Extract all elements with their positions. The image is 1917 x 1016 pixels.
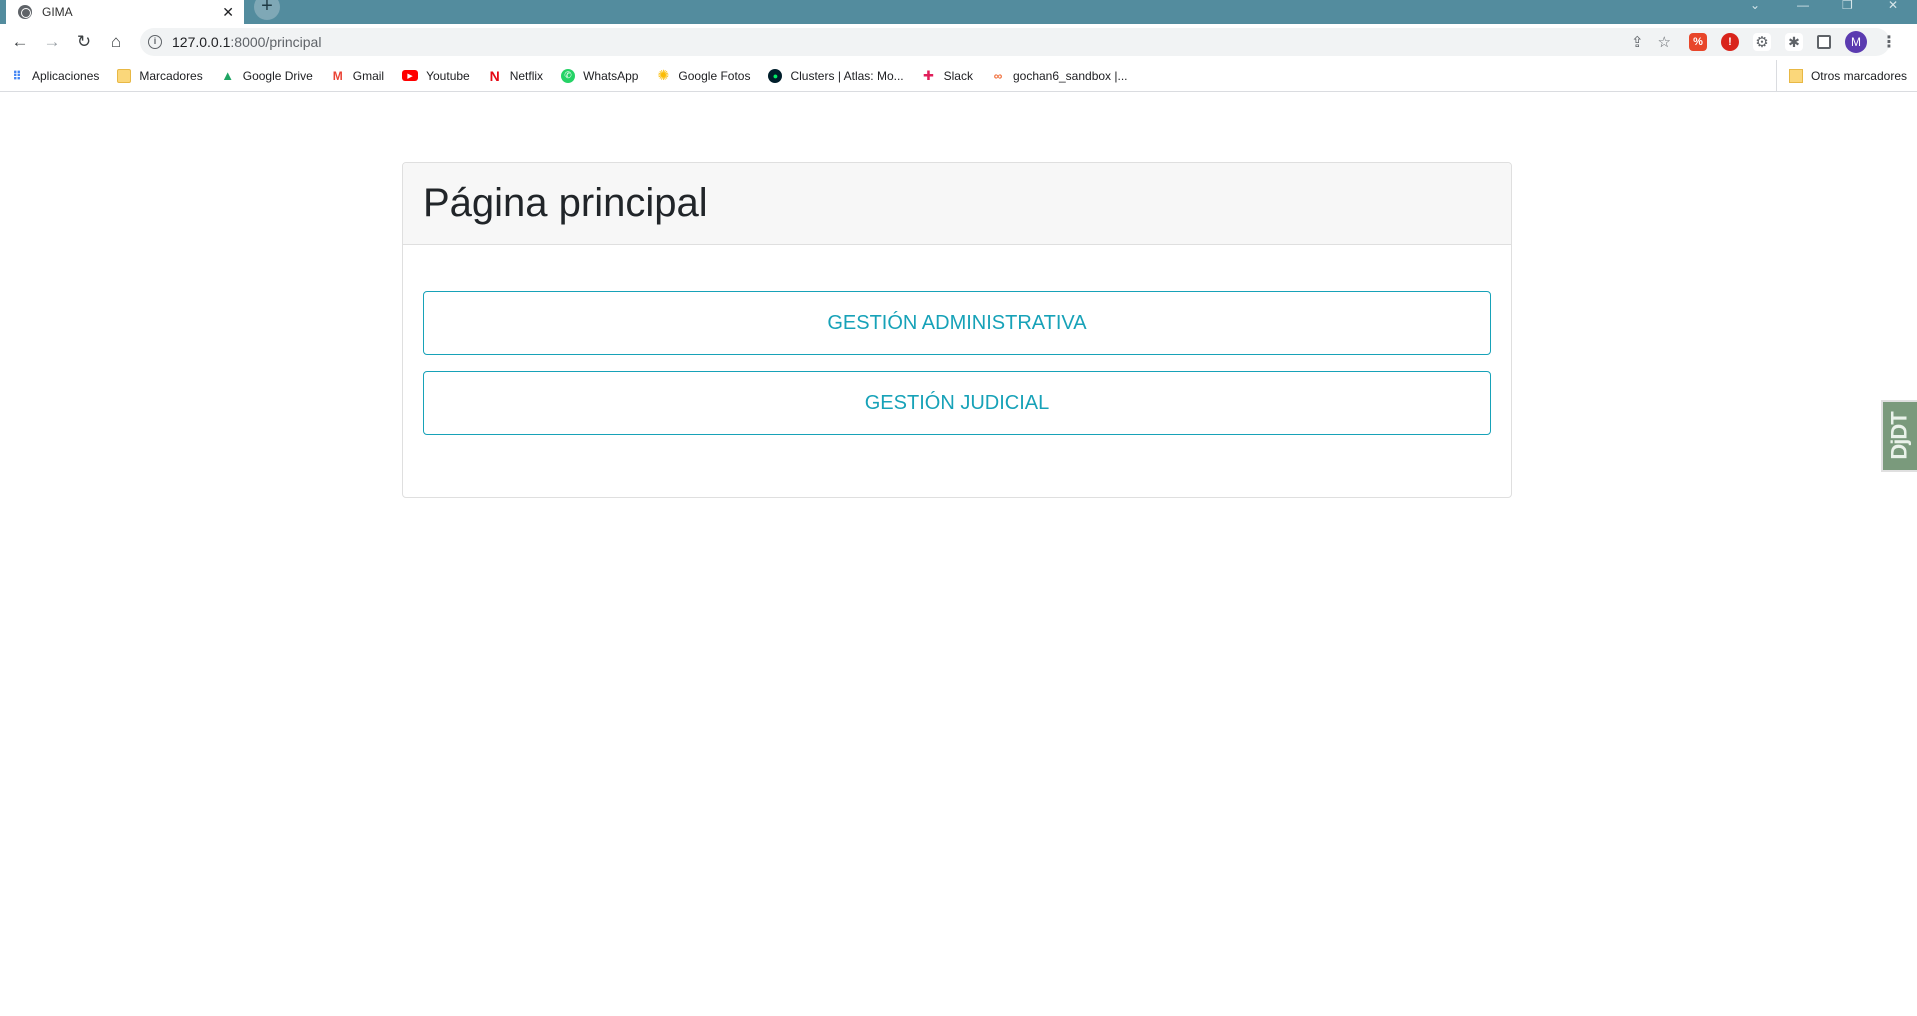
extension-translate-icon[interactable]: % [1689,33,1707,51]
bookmark-gmail[interactable]: M Gmail [331,69,384,83]
tab-search-icon[interactable]: ⌄ [1750,0,1760,12]
bookmarks-bar: ⠿ Aplicaciones Marcadores ▲ Google Drive… [0,60,1917,92]
share-icon[interactable]: ⇪ [1631,33,1644,51]
extensions-puzzle-icon[interactable]: ✱ [1785,33,1803,51]
card-body: GESTIÓN ADMINISTRATIVA GESTIÓN JUDICIAL [403,245,1511,435]
reload-icon[interactable]: ↻ [68,26,100,58]
youtube-icon: ▶ [402,70,419,81]
tab-strip: GIMA ✕ + ⌄ — ❐ ✕ [0,0,1917,24]
tab-title: GIMA [42,5,73,19]
mongodb-icon: ● [768,68,783,83]
django-debug-toolbar-handle[interactable]: DjDT [1881,400,1917,472]
browser-tab-active[interactable]: GIMA ✕ [6,0,244,24]
back-icon[interactable]: ← [4,26,36,58]
gmail-icon: M [332,68,343,83]
bookmark-star-icon[interactable]: ☆ [1658,33,1671,51]
gestion-administrativa-button[interactable]: GESTIÓN ADMINISTRATIVA [423,291,1491,355]
url-path: :8000/principal [230,34,322,50]
bookmark-label: Clusters | Atlas: Mo... [790,68,904,83]
close-window-icon[interactable]: ✕ [1888,0,1898,12]
close-tab-icon[interactable]: ✕ [222,5,234,19]
bookmark-label: Slack [943,68,973,83]
folder-icon [117,68,132,83]
bookmark-marcadores[interactable]: Marcadores [117,68,203,83]
omnibox-actions: ⇪ ☆ [1631,24,1671,60]
extension-shield-icon[interactable]: ! [1721,33,1739,51]
bookmark-google-fotos[interactable]: ✺ Google Fotos [656,67,751,83]
bookmark-slack[interactable]: ✚ Slack [922,67,973,83]
bookmark-whatsapp[interactable]: ✆ WhatsApp [561,68,639,83]
bookmark-aplicaciones[interactable]: ⠿ Aplicaciones [10,69,99,83]
globe-icon [18,5,32,19]
apps-grid-icon: ⠿ [12,68,22,83]
forward-icon[interactable]: → [36,26,68,58]
page-title: Página principal [423,181,708,225]
whatsapp-icon: ✆ [561,68,576,83]
bookmark-label: WhatsApp [583,68,639,83]
profile-avatar[interactable]: M [1845,31,1867,53]
bookmark-gochan6-sandbox[interactable]: ∞ gochan6_sandbox |... [991,69,1128,83]
extension-gear-icon[interactable]: ⚙ [1753,33,1771,51]
bookmark-label: Google Drive [242,68,313,83]
bookmark-label: Otros marcadores [1810,69,1907,83]
minimize-icon[interactable]: — [1797,0,1809,12]
bookmark-label: Netflix [509,68,544,83]
menu-kebab-icon[interactable]: ⋮ [1881,32,1897,52]
card-header: Página principal [403,163,1511,245]
google-photos-icon: ✺ [657,67,670,83]
new-tab-button[interactable]: + [254,0,280,20]
bookmark-label: gochan6_sandbox |... [1012,68,1128,83]
gestion-judicial-button[interactable]: GESTIÓN JUDICIAL [423,371,1491,435]
bookmark-google-drive[interactable]: ▲ Google Drive [221,68,313,83]
bookmark-label: Marcadores [139,68,203,83]
url-host: 127.0.0.1 [172,34,231,50]
sandbox-icon: ∞ [993,68,1003,83]
info-icon[interactable]: i [148,35,162,49]
djdt-label: DjDT [1887,412,1913,460]
bookmark-otros-marcadores[interactable]: Otros marcadores [1775,60,1907,92]
home-icon[interactable]: ⌂ [100,26,132,58]
bookmark-label: Aplicaciones [32,68,100,83]
bookmark-youtube[interactable]: ▶ Youtube [402,69,470,83]
restore-icon[interactable]: ❐ [1842,0,1853,12]
side-panel-icon[interactable] [1817,35,1831,49]
bookmark-clusters-atlas[interactable]: ● Clusters | Atlas: Mo... [768,68,904,83]
extensions-area: % ! ⚙ ✱ M ⋮ [1689,24,1897,60]
bookmark-label: Google Fotos [678,68,751,83]
slack-icon: ✚ [923,67,935,83]
netflix-icon: N [489,67,500,84]
bookmark-netflix[interactable]: N Netflix [488,67,544,84]
folder-icon [1788,69,1803,83]
google-drive-icon: ▲ [221,68,235,83]
browser-toolbar: ← → ↻ ⌂ i 127.0.0.1:8000/principal [0,24,1917,60]
main-card: Página principal GESTIÓN ADMINISTRATIVA … [402,162,1512,498]
bookmark-label: Gmail [352,68,385,83]
bookmark-label: Youtube [426,68,470,83]
address-bar[interactable]: i 127.0.0.1:8000/principal [140,28,1890,56]
